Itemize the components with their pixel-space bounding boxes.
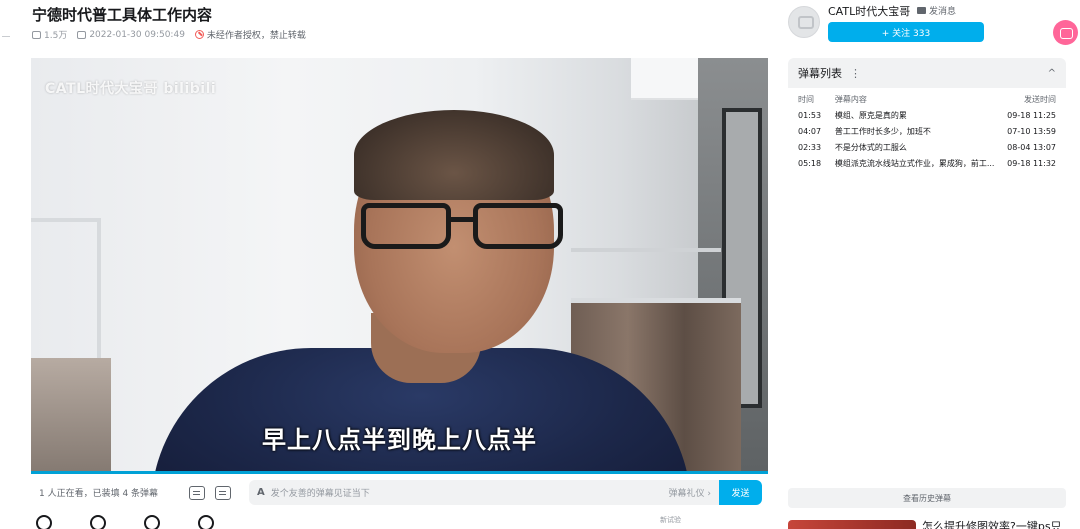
chevron-up-icon[interactable]: ^ <box>1048 68 1056 79</box>
bunk-rail <box>571 248 721 252</box>
recommended-video-thumbnail[interactable] <box>788 520 916 529</box>
danmaku-text: 普工工作时长多少，加班不 <box>834 126 931 136</box>
uploader-avatar[interactable] <box>788 6 820 38</box>
danmaku-sent-time: 08-04 13:07 <box>1007 142 1056 152</box>
video-player[interactable]: CATL时代大宝哥 bilibili 早上八点半到晚上八点半 <box>31 58 768 472</box>
column-time[interactable]: 时间 <box>798 94 835 105</box>
danmaku-input[interactable]: A 发个友善的弹幕见证当下 弹幕礼仪 › <box>249 480 719 505</box>
danmaku-text: 模组、原克是真的累 <box>834 110 907 120</box>
viewer-count: 1 人正在看，已装填 4 条弹幕 <box>39 489 159 499</box>
send-message-label: 发消息 <box>929 7 957 17</box>
bunk-bed-left <box>31 218 101 358</box>
person-hair <box>354 110 554 200</box>
no-repost-notice: 未经作者授权，禁止转载 <box>194 28 306 41</box>
play-count-icon <box>32 30 41 39</box>
coin-icon[interactable] <box>90 515 106 529</box>
danmaku-list-title: 弹幕列表 <box>798 67 842 80</box>
no-repost-text: 未经作者授权，禁止转载 <box>206 31 306 41</box>
glasses-bridge <box>449 217 475 222</box>
danmaku-sent-time: 09-18 11:32 <box>1007 158 1056 168</box>
more-options-icon[interactable]: ⋮ <box>850 67 861 80</box>
video-title: 宁德时代普工具体工作内容 <box>32 6 213 24</box>
danmaku-sent-time: 09-18 11:25 <box>1007 110 1056 120</box>
video-page: 宁德时代普工具体工作内容 1.5万 2022-01-30 09:50:49 未经… <box>0 0 1080 529</box>
video-progress-bar[interactable] <box>31 471 768 474</box>
danmaku-style-icon[interactable]: A <box>257 487 265 498</box>
danmaku-time: 05:18 <box>798 158 822 168</box>
danmaku-placeholder: 发个友善的弹幕见证当下 <box>270 489 370 499</box>
video-watermark: CATL时代大宝哥 bilibili <box>45 81 217 97</box>
column-sent-time[interactable]: 发送时间 <box>1006 94 1056 105</box>
recommended-video-title[interactable]: 怎么提升修图效率?一键ps只 <box>922 518 1062 529</box>
danmaku-settings-icon[interactable] <box>215 485 231 500</box>
danmaku-list-header[interactable]: 弹幕列表 ⋮ ^ <box>788 58 1066 88</box>
send-message-link[interactable]: 发消息 <box>917 4 956 17</box>
follow-button[interactable]: + 关注 333 <box>828 22 984 42</box>
publish-date-text: 2022-01-30 09:50:49 <box>89 29 185 40</box>
danmaku-time: 02:33 <box>798 142 822 152</box>
view-history-danmaku-button[interactable]: 查看历史弹幕 <box>788 488 1066 508</box>
danmaku-bar: 1 人正在看，已装填 4 条弹幕 A 发个友善的弹幕见证当下 弹幕礼仪 › 发送 <box>31 476 768 509</box>
clock-icon <box>77 30 87 39</box>
danmaku-etiquette-link[interactable]: 弹幕礼仪 › <box>669 486 711 499</box>
danmaku-time: 04:07 <box>798 126 822 136</box>
side-marker <box>2 36 10 37</box>
danmaku-list-panel: 弹幕列表 ⋮ ^ 时间 弹幕内容 发送时间 01:53 模组、原克是真的累 09… <box>788 58 1066 178</box>
send-danmaku-button[interactable]: 发送 <box>719 480 762 505</box>
glasses-left-lens <box>361 203 451 249</box>
like-icon[interactable] <box>36 515 52 529</box>
uploader-name[interactable]: CATL时代大宝哥 <box>828 3 910 19</box>
danmaku-text: 模组派克流水线站立式作业，累成狗，前工... <box>834 158 995 168</box>
danmaku-text: 不是分体式的工服么 <box>834 142 907 152</box>
publish-date: 2022-01-30 09:50:49 <box>77 30 185 40</box>
share-icon[interactable] <box>198 515 214 529</box>
action-icons <box>36 515 214 529</box>
danmaku-row[interactable]: 05:18 模组派克流水线站立式作业，累成狗，前工... 09-18 11:32 <box>788 155 1066 171</box>
view-count: 1.5万 <box>32 28 67 41</box>
tv-icon[interactable] <box>1053 20 1078 45</box>
trial-tag: 新试验 <box>660 516 681 524</box>
danmaku-row[interactable]: 02:33 不是分体式的工服么 08-04 13:07 <box>788 139 1066 155</box>
danmaku-time: 01:53 <box>798 110 822 120</box>
glasses-right-lens <box>473 203 563 249</box>
person-glasses <box>361 203 571 253</box>
video-subtitle: 早上八点半到晚上八点半 <box>262 426 537 454</box>
danmaku-row[interactable]: 04:07 普工工作时长多少，加班不 07-10 13:59 <box>788 123 1066 139</box>
danmaku-list-columns: 时间 弹幕内容 发送时间 <box>788 88 1066 107</box>
mail-icon <box>917 7 926 14</box>
danmaku-row[interactable]: 01:53 模组、原克是真的累 09-18 11:25 <box>788 107 1066 123</box>
danmaku-toggle-icon[interactable] <box>189 485 205 500</box>
column-content[interactable]: 弹幕内容 <box>835 94 1006 105</box>
ban-icon <box>194 30 204 39</box>
view-count-text: 1.5万 <box>44 31 68 41</box>
danmaku-sent-time: 07-10 13:59 <box>1007 126 1056 136</box>
video-meta: 1.5万 2022-01-30 09:50:49 未经作者授权，禁止转载 <box>32 28 306 41</box>
favorite-icon[interactable] <box>144 515 160 529</box>
